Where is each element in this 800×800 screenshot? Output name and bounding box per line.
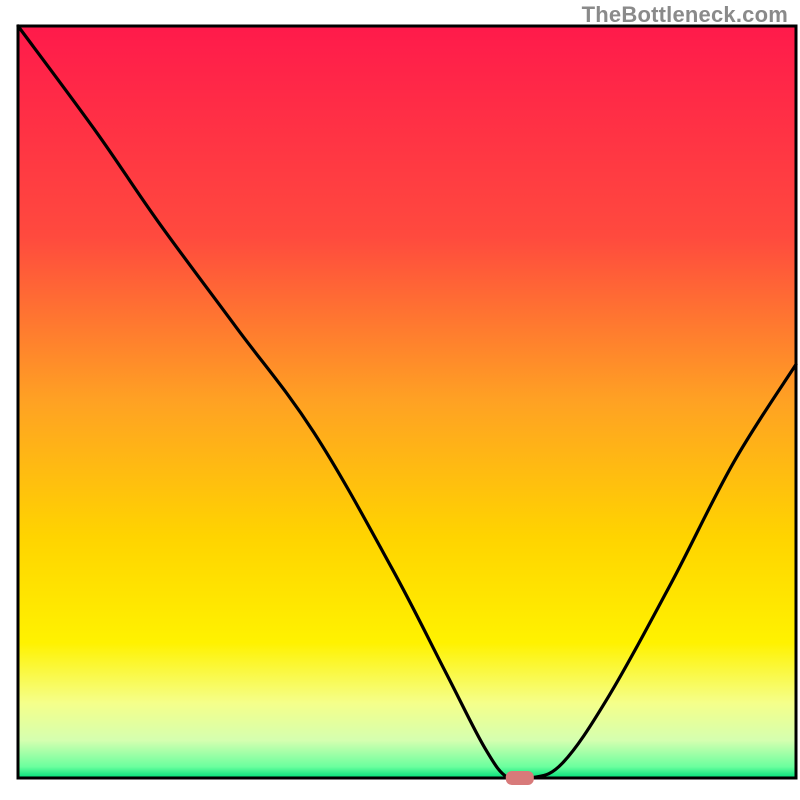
chart-background xyxy=(18,26,796,778)
watermark-text: TheBottleneck.com xyxy=(582,2,788,28)
optimal-marker xyxy=(506,771,534,785)
bottleneck-chart xyxy=(0,0,800,800)
